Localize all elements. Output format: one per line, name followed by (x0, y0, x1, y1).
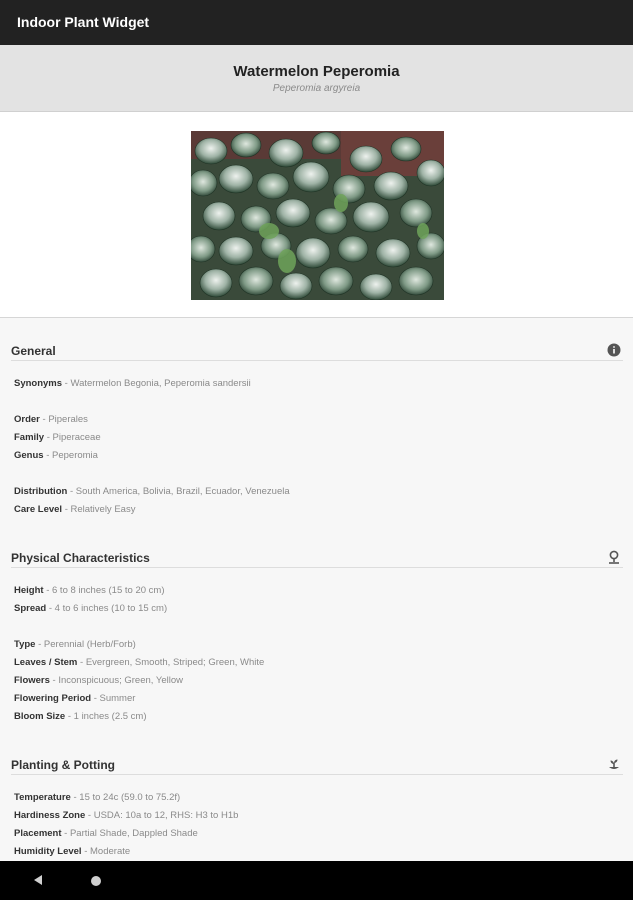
plant-name: Watermelon Peperomia (233, 63, 400, 80)
row-genus: Genus - Peperomia (14, 450, 98, 461)
home-icon[interactable] (91, 876, 101, 886)
label-flowers: Flowers (14, 675, 50, 686)
plant-scientific-name: Peperomia argyreia (272, 83, 361, 94)
app-bar: Indoor Plant Widget (0, 0, 633, 45)
value-temperature: - 15 to 24c (59.0 to 75.2f) (70, 792, 181, 803)
value-distribution: - South America, Bolivia, Brazil, Ecuado… (67, 486, 290, 497)
value-height: - 6 to 8 inches (15 to 20 cm) (43, 585, 165, 596)
info-icon[interactable] (607, 343, 621, 357)
value-order: - Piperales (39, 414, 88, 425)
label-family: Family (14, 432, 45, 443)
row-placement: Placement - Partial Shade, Dappled Shade (14, 828, 198, 839)
row-flowering-period: Flowering Period - Summer (14, 693, 135, 704)
label-temperature: Temperature (14, 792, 71, 803)
row-synonyms: Synonyms - Watermelon Begonia, Peperomia… (14, 378, 251, 389)
label-leaves-stem: Leaves / Stem (14, 657, 78, 668)
row-humidity-level: Humidity Level - Moderate (14, 846, 130, 857)
label-care-level: Care Level (14, 504, 63, 515)
section-physical-header: Physical Characteristics (11, 545, 623, 568)
section-planting-title: Planting & Potting (11, 758, 115, 772)
value-type: - Perennial (Herb/Forb) (35, 639, 136, 650)
row-spread: Spread - 4 to 6 inches (10 to 15 cm) (14, 603, 167, 614)
value-hardiness-zone: - USDA: 10a to 12, RHS: H3 to H1b (85, 810, 239, 821)
row-leaves-stem: Leaves / Stem - Evergreen, Smooth, Strip… (14, 657, 264, 668)
sprout-icon[interactable] (607, 757, 621, 771)
value-placement: - Partial Shade, Dappled Shade (61, 828, 198, 839)
row-hardiness-zone: Hardiness Zone - USDA: 10a to 12, RHS: H… (14, 810, 238, 821)
label-flowering-period: Flowering Period (14, 693, 92, 704)
row-care-level: Care Level - Relatively Easy (14, 504, 135, 515)
label-humidity-level: Humidity Level (14, 846, 82, 857)
row-temperature: Temperature - 15 to 24c (59.0 to 75.2f) (14, 792, 180, 803)
label-synonyms: Synonyms (14, 378, 63, 389)
value-spread: - 4 to 6 inches (10 to 15 cm) (46, 603, 168, 614)
section-physical-title: Physical Characteristics (11, 551, 150, 565)
value-flowering-period: - Summer (91, 693, 136, 704)
label-order: Order (14, 414, 40, 425)
value-synonyms: - Watermelon Begonia, Peperomia sandersi… (62, 378, 251, 389)
label-bloom-size: Bloom Size (14, 711, 66, 722)
plant-header: Watermelon Peperomia Peperomia argyreia (0, 45, 633, 112)
label-genus: Genus (14, 450, 44, 461)
plant-photo[interactable] (191, 131, 444, 300)
value-bloom-size: - 1 inches (2.5 cm) (65, 711, 147, 722)
details-panel[interactable]: General Synonyms - Watermelon Begonia, P… (0, 318, 633, 861)
label-spread: Spread (14, 603, 47, 614)
value-genus: - Peperomia (43, 450, 98, 461)
app-title: Indoor Plant Widget (17, 13, 150, 30)
value-care-level: - Relatively Easy (62, 504, 136, 515)
label-hardiness-zone: Hardiness Zone (14, 810, 86, 821)
label-placement: Placement (14, 828, 62, 839)
value-leaves-stem: - Evergreen, Smooth, Striped; Green, Whi… (77, 657, 265, 668)
section-general-title: General (11, 344, 56, 358)
value-humidity-level: - Moderate (81, 846, 131, 857)
value-family: - Piperaceae (44, 432, 101, 443)
label-distribution: Distribution (14, 486, 68, 497)
plant-image-area (0, 112, 633, 318)
row-family: Family - Piperaceae (14, 432, 101, 443)
section-general-header: General (11, 338, 623, 361)
row-height: Height - 6 to 8 inches (15 to 20 cm) (14, 585, 164, 596)
label-height: Height (14, 585, 44, 596)
row-bloom-size: Bloom Size - 1 inches (2.5 cm) (14, 711, 147, 722)
section-planting-header: Planting & Potting (11, 752, 623, 775)
row-type: Type - Perennial (Herb/Forb) (14, 639, 136, 650)
plant-pin-icon[interactable] (607, 550, 621, 564)
back-icon[interactable] (34, 875, 42, 885)
row-flowers: Flowers - Inconspicuous; Green, Yellow (14, 675, 183, 686)
row-distribution: Distribution - South America, Bolivia, B… (14, 486, 290, 497)
row-order: Order - Piperales (14, 414, 88, 425)
system-nav-bar (0, 861, 633, 900)
value-flowers: - Inconspicuous; Green, Yellow (49, 675, 183, 686)
label-type: Type (14, 639, 36, 650)
